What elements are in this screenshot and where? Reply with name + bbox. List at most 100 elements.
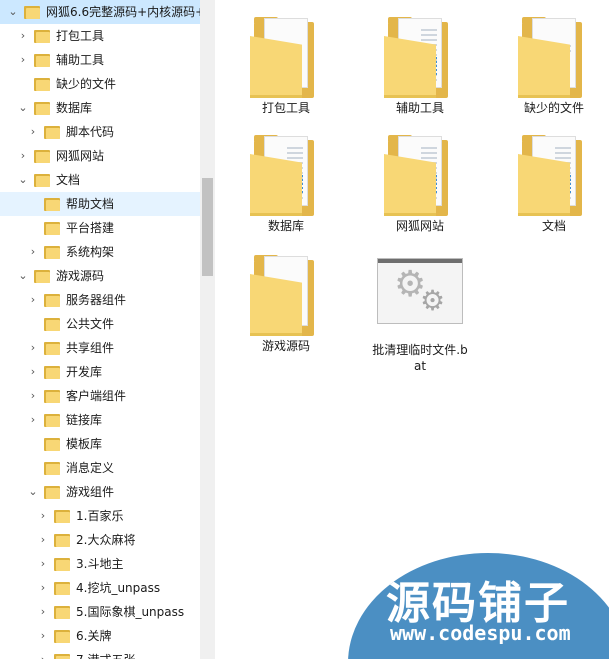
tree-item[interactable]: 平台搭建 bbox=[0, 216, 200, 240]
tree-item[interactable]: › 3.斗地主 bbox=[0, 552, 200, 576]
scrollbar-thumb[interactable] bbox=[202, 178, 213, 276]
folder-icon bbox=[44, 222, 60, 235]
tree-item-label: 3.斗地主 bbox=[76, 557, 124, 571]
tree-item[interactable]: › 打包工具 bbox=[0, 24, 200, 48]
folder-icon bbox=[44, 294, 60, 307]
chevron-right-icon[interactable]: › bbox=[16, 144, 30, 168]
tree-item-label: 模板库 bbox=[66, 437, 103, 451]
folder-icon bbox=[54, 534, 70, 547]
chevron-right-icon[interactable]: › bbox=[26, 384, 40, 408]
chevron-right-icon bbox=[26, 456, 40, 480]
item-name: 文档 bbox=[541, 219, 566, 233]
chevron-right-icon[interactable]: › bbox=[26, 288, 40, 312]
tree-item[interactable]: ⌄ 数据库 bbox=[0, 96, 200, 120]
folder-item[interactable]: ⚙ 打包工具 bbox=[231, 14, 341, 116]
tree-item-label: 打包工具 bbox=[56, 29, 105, 43]
folder-item[interactable]: 文档 bbox=[499, 132, 609, 234]
folder-icon bbox=[54, 606, 70, 619]
folder-icon bbox=[54, 654, 70, 659]
item-name: 打包工具 bbox=[261, 101, 310, 115]
chevron-down-icon[interactable]: ⌄ bbox=[16, 96, 30, 120]
tree-item-label: 1.百家乐 bbox=[76, 509, 124, 523]
tree-item-label: 网狐网站 bbox=[56, 149, 105, 163]
chevron-down-icon[interactable]: ⌄ bbox=[16, 168, 30, 192]
tree-item[interactable]: › 开发库 bbox=[0, 360, 200, 384]
tree-item[interactable]: 帮助文档 bbox=[0, 192, 200, 216]
tree-item[interactable]: 消息定义 bbox=[0, 456, 200, 480]
tree-item[interactable]: ⌄ 文档 bbox=[0, 168, 200, 192]
tree-item[interactable]: › 7.港式五张 bbox=[0, 648, 200, 659]
folder-tree: ⌄ 网狐6.6完整源码+内核源码+1 › 打包工具 › 辅助工具 缺少的文件 ⌄ 数据库 › 脚本代… bbox=[0, 0, 213, 659]
chevron-right-icon[interactable]: › bbox=[26, 360, 40, 384]
folder-with-documents-icon bbox=[518, 132, 590, 216]
tree-item-label: 开发库 bbox=[66, 365, 103, 379]
tree-item[interactable]: 公共文件 bbox=[0, 312, 200, 336]
tree-item[interactable]: › 辅助工具 bbox=[0, 48, 200, 72]
chevron-down-icon[interactable]: ⌄ bbox=[6, 0, 20, 24]
tree-item-label: 2.大众麻将 bbox=[76, 533, 136, 547]
tree-item-label: 4.挖坑_unpass bbox=[76, 581, 161, 595]
tree-item[interactable]: › 网狐网站 bbox=[0, 144, 200, 168]
tree-item[interactable]: › 脚本代码 bbox=[0, 120, 200, 144]
tree-item-label: 消息定义 bbox=[66, 461, 115, 475]
chevron-right-icon[interactable]: › bbox=[36, 576, 50, 600]
tree-item[interactable]: › 系统构架 bbox=[0, 240, 200, 264]
folder-icon bbox=[44, 486, 60, 499]
tree-item-label: 脚本代码 bbox=[66, 125, 115, 139]
tree-item[interactable]: 缺少的文件 bbox=[0, 72, 200, 96]
folder-icon bbox=[34, 78, 50, 91]
tree-item[interactable]: › 2.大众麻将 bbox=[0, 528, 200, 552]
folder-item[interactable]: 辅助工具 bbox=[365, 14, 475, 116]
tree-item[interactable]: › 4.挖坑_unpass bbox=[0, 576, 200, 600]
chevron-right-icon[interactable]: › bbox=[26, 120, 40, 144]
tree-item-label: 游戏源码 bbox=[56, 269, 105, 283]
chevron-right-icon bbox=[16, 72, 30, 96]
chevron-right-icon[interactable]: › bbox=[36, 528, 50, 552]
chevron-right-icon[interactable]: › bbox=[16, 24, 30, 48]
chevron-right-icon[interactable]: › bbox=[36, 648, 50, 659]
folder-icon bbox=[34, 270, 50, 283]
item-name: 缺少的文件 bbox=[523, 101, 584, 115]
tree-item[interactable]: › 1.百家乐 bbox=[0, 504, 200, 528]
chevron-right-icon[interactable]: › bbox=[26, 408, 40, 432]
folder-item[interactable]: 网狐网站 bbox=[365, 132, 475, 234]
tree-item[interactable]: › 客户端组件 bbox=[0, 384, 200, 408]
folder-icon bbox=[44, 438, 60, 451]
chevron-right-icon[interactable]: › bbox=[36, 624, 50, 648]
file-item[interactable]: ⚙ ⚙ 批清理临时文件.bat bbox=[365, 252, 475, 374]
tree-item[interactable]: 模板库 bbox=[0, 432, 200, 456]
tree-item-label: 链接库 bbox=[66, 413, 103, 427]
chevron-right-icon[interactable]: › bbox=[36, 552, 50, 576]
folder-with-documents-icon bbox=[384, 132, 456, 216]
tree-item[interactable]: › 5.国际象棋_unpass bbox=[0, 600, 200, 624]
tree-item-label: 7.港式五张 bbox=[76, 648, 135, 659]
chevron-right-icon[interactable]: › bbox=[26, 336, 40, 360]
chevron-down-icon[interactable]: ⌄ bbox=[26, 480, 40, 504]
tree-item-label: 辅助工具 bbox=[56, 53, 105, 67]
chevron-right-icon[interactable]: › bbox=[26, 240, 40, 264]
chevron-down-icon[interactable]: ⌄ bbox=[16, 264, 30, 288]
item-name: 游戏源码 bbox=[261, 339, 310, 353]
tree-item[interactable]: › 服务器组件 bbox=[0, 288, 200, 312]
watermark-badge: 源码铺子 www.codespu.com bbox=[348, 553, 609, 659]
tree-item[interactable]: › 链接库 bbox=[0, 408, 200, 432]
tree-item[interactable]: ⌄ 游戏源码 bbox=[0, 264, 200, 288]
tree-item-label: 服务器组件 bbox=[66, 293, 127, 307]
folder-item[interactable]: ⚙ 缺少的文件 bbox=[499, 14, 609, 116]
chevron-right-icon[interactable]: › bbox=[16, 48, 30, 72]
tree-item[interactable]: › 6.关牌 bbox=[0, 624, 200, 648]
chevron-right-icon[interactable]: › bbox=[36, 504, 50, 528]
tree-item[interactable]: ⌄ 游戏组件 bbox=[0, 480, 200, 504]
watermark-url: www.codespu.com bbox=[390, 621, 571, 645]
folder-icon bbox=[44, 246, 60, 259]
tree-item-label: 系统构架 bbox=[66, 245, 115, 259]
tree-item[interactable]: › 共享组件 bbox=[0, 336, 200, 360]
tree-item[interactable]: ⌄ 网狐6.6完整源码+内核源码+1 bbox=[0, 0, 213, 24]
folder-item[interactable]: 游戏源码 bbox=[231, 252, 341, 354]
chevron-right-icon[interactable]: › bbox=[36, 600, 50, 624]
folder-item[interactable]: 数据库 bbox=[231, 132, 341, 234]
tree-item-label: 网狐6.6完整源码+内核源码+1 bbox=[46, 5, 213, 19]
tree-item-label: 数据库 bbox=[56, 101, 93, 115]
tree-scrollbar[interactable] bbox=[200, 0, 214, 659]
folder-with-gear-icon: ⚙ bbox=[250, 14, 322, 98]
